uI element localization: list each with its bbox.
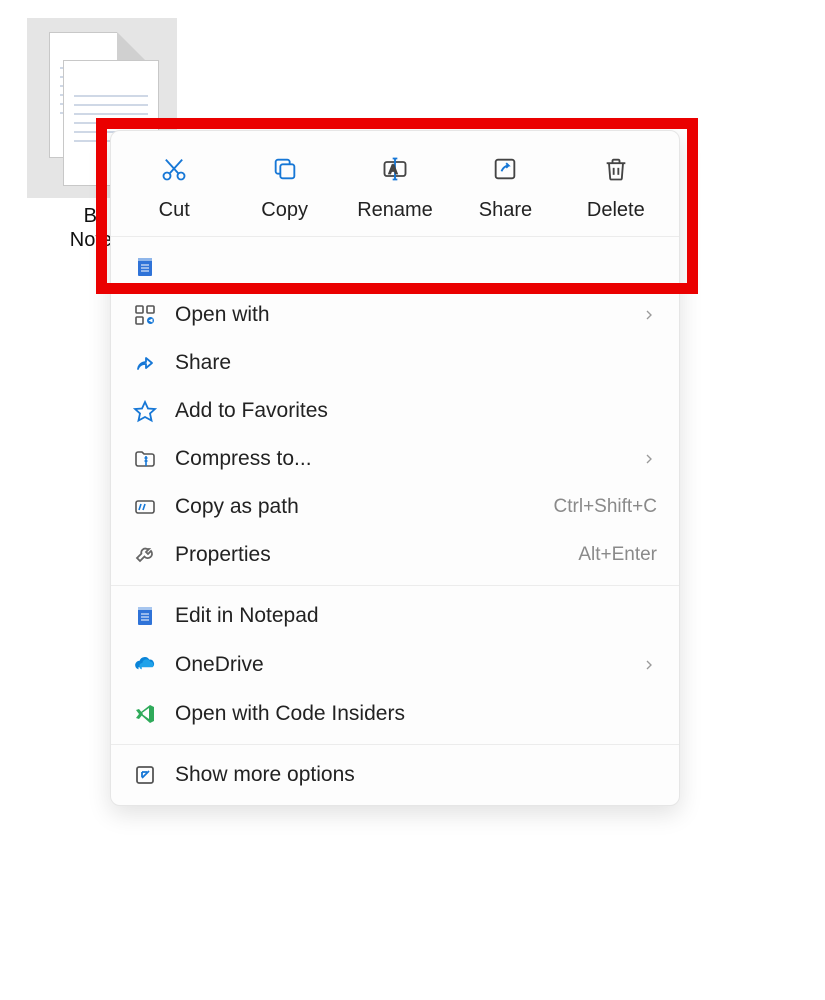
menu-copy-as-path[interactable]: Copy as path Ctrl+Shift+C [111, 483, 679, 531]
onedrive-icon [127, 652, 163, 678]
share-button[interactable]: Share [450, 153, 560, 222]
menu-edit-notepad[interactable]: Edit in Notepad [111, 592, 679, 640]
cut-label: Cut [119, 199, 229, 222]
menu-onedrive-label: OneDrive [175, 653, 641, 677]
star-icon [127, 399, 163, 423]
chevron-right-icon [641, 307, 657, 323]
menu-open-code-label: Open with Code Insiders [175, 702, 657, 726]
properties-shortcut: Alt+Enter [578, 544, 657, 566]
notepad-app-icon [127, 604, 163, 628]
menu-divider [111, 744, 679, 745]
menu-add-favorites-label: Add to Favorites [175, 399, 657, 423]
menu-compress-label: Compress to... [175, 447, 641, 471]
chevron-right-icon [641, 657, 657, 673]
menu-items-list: Open Open with [111, 237, 679, 805]
menu-add-favorites[interactable]: Add to Favorites [111, 387, 679, 435]
menu-onedrive[interactable]: OneDrive [111, 640, 679, 690]
svg-text:A: A [389, 164, 397, 177]
share-icon [450, 153, 560, 185]
rename-icon: A [340, 153, 450, 185]
menu-divider [111, 585, 679, 586]
scissors-icon [119, 153, 229, 185]
rename-button[interactable]: A Rename [340, 153, 450, 222]
rename-label: Rename [340, 199, 450, 222]
menu-open-code-insiders[interactable]: Open with Code Insiders [111, 690, 679, 738]
chevron-right-icon [641, 451, 657, 467]
context-menu-toolbar: Cut Copy A Rename [111, 131, 679, 237]
show-more-icon [127, 763, 163, 787]
menu-open-with-label: Open with [175, 303, 641, 327]
menu-show-more[interactable]: Show more options [111, 751, 679, 799]
menu-properties-label: Properties [175, 543, 578, 567]
copy-path-shortcut: Ctrl+Shift+C [554, 496, 657, 518]
context-menu: Cut Copy A Rename [110, 130, 680, 806]
delete-label: Delete [561, 199, 671, 222]
vscode-insiders-icon [127, 702, 163, 726]
menu-share-label: Share [175, 351, 657, 375]
menu-compress-to[interactable]: Compress to... [111, 435, 679, 483]
zip-folder-icon [127, 447, 163, 471]
share-tb-label: Share [450, 199, 560, 222]
share-arrow-icon [127, 351, 163, 375]
copy-button[interactable]: Copy [229, 153, 339, 222]
wrench-icon [127, 543, 163, 567]
notepad-icon [127, 255, 163, 279]
menu-show-more-label: Show more options [175, 763, 657, 787]
menu-open-with[interactable]: Open with [111, 291, 679, 339]
menu-copy-path-label: Copy as path [175, 495, 554, 519]
menu-open[interactable]: Open [111, 243, 679, 291]
open-with-icon [127, 303, 163, 327]
copy-label: Copy [229, 199, 339, 222]
menu-edit-notepad-label: Edit in Notepad [175, 604, 657, 628]
cut-button[interactable]: Cut [119, 153, 229, 222]
path-icon [127, 495, 163, 519]
copy-icon [229, 153, 339, 185]
trash-icon [561, 153, 671, 185]
menu-share[interactable]: Share [111, 339, 679, 387]
delete-button[interactable]: Delete [561, 153, 671, 222]
menu-properties[interactable]: Properties Alt+Enter [111, 531, 679, 579]
